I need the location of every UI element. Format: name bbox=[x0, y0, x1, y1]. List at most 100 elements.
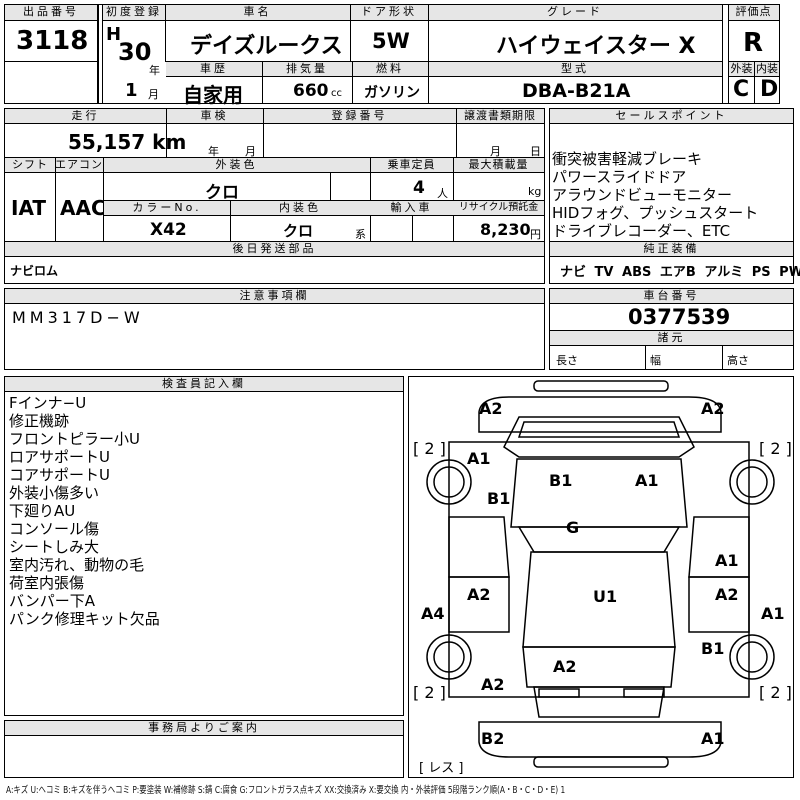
first-registration-label: 初度登録 bbox=[103, 5, 165, 21]
lot-number: 3118 bbox=[16, 26, 89, 56]
fuel-label: 燃料 bbox=[352, 62, 428, 77]
inspection-label: 車検 bbox=[166, 109, 263, 124]
registration-number-label: 登録番号 bbox=[263, 109, 456, 124]
interior-color-label: 内装色 bbox=[230, 201, 370, 216]
mark-a1-rear-right: A1 bbox=[701, 729, 725, 748]
door-type: 5W bbox=[372, 29, 410, 53]
inspector-line: ロアサポートU bbox=[9, 448, 110, 466]
transfer-deadline-label: 譲渡書類期限 bbox=[456, 109, 544, 124]
aircon-value: AAC bbox=[60, 196, 106, 220]
mark-a2-left-rear-door: A2 bbox=[467, 585, 491, 604]
recycle-unit: 円 bbox=[530, 228, 541, 241]
recycle-deposit-label: リサイクル預託金 bbox=[453, 201, 544, 216]
mark-tire-front-right: [ 2 ] bbox=[759, 439, 792, 458]
mark-a1-fender-left: A1 bbox=[467, 449, 491, 468]
interior-color: クロ bbox=[283, 222, 314, 240]
inspector-line: コンソール傷 bbox=[9, 520, 100, 538]
interior-label: 内装 bbox=[755, 62, 779, 77]
height-label: 高さ bbox=[727, 354, 749, 367]
width-label: 幅 bbox=[650, 354, 661, 367]
later-parts: ナビロム bbox=[10, 264, 59, 278]
inspector-line: バンパー下A bbox=[9, 592, 96, 610]
displacement-label: 排気量 bbox=[262, 62, 352, 77]
damage-diagram: A2 A2 [ 2 ] [ 2 ] A1 B1 A1 B1 G A1 A2 U1… bbox=[408, 376, 794, 778]
exterior-color-label: 外装色 bbox=[103, 158, 370, 173]
inspector-line: コアサポートU bbox=[9, 466, 110, 484]
car-history: 自家用 bbox=[183, 83, 243, 107]
capacity-value: 4 bbox=[413, 178, 425, 198]
shift-value: IAT bbox=[11, 196, 47, 220]
mark-a2-front-left: A2 bbox=[479, 399, 503, 418]
exterior-label: 外装 bbox=[729, 62, 754, 77]
standard-equipment-label: 純正装備 bbox=[550, 242, 793, 257]
interior-color-unit: 系 bbox=[355, 228, 366, 241]
mark-a2-left-quarter: A2 bbox=[481, 675, 505, 694]
max-load-label: 最大積載量 bbox=[453, 158, 544, 173]
mileage: 55,157 km bbox=[68, 130, 187, 154]
mark-a2-rear-glass: A2 bbox=[553, 657, 577, 676]
mark-a2-right-rear-door: A2 bbox=[715, 585, 739, 604]
mark-a1-hood: A1 bbox=[635, 471, 659, 490]
aircon-label: エアコン bbox=[55, 158, 103, 173]
car-name: デイズルークス bbox=[190, 34, 343, 59]
inspector-line: 室内汚れ、動物の毛 bbox=[9, 556, 145, 574]
registration-year: 30 bbox=[118, 38, 152, 66]
mark-a2-front-right: A2 bbox=[701, 399, 725, 418]
inspector-notes: Fインナ−U 修正機跡 フロントピラー小U ロアサポートU コアサポートU 外装… bbox=[9, 394, 160, 628]
score-label: 評価点 bbox=[728, 5, 779, 21]
inspector-line: パンク修理キット欠品 bbox=[9, 610, 160, 628]
specs-label: 諸元 bbox=[550, 331, 793, 346]
inspector-line: 修正機跡 bbox=[9, 412, 70, 430]
mark-tire-rear-right: [ 2 ] bbox=[759, 683, 792, 702]
sales-points-label: セールスポイント bbox=[550, 109, 793, 124]
month-unit: 月 bbox=[148, 88, 159, 101]
chassis-number-label: 車台番号 bbox=[550, 289, 793, 304]
mark-a4-left-side: A4 bbox=[421, 604, 445, 623]
model-label: 型式 bbox=[428, 62, 722, 77]
door-type-label: ドア形状 bbox=[350, 5, 428, 21]
inspector-line: Fインナ−U bbox=[9, 394, 87, 412]
standard-equipment: ナビ TV ABS エアB アルミ PS PW bbox=[560, 265, 800, 280]
model-code: DBA-B21A bbox=[522, 80, 631, 102]
office-label: 事務局よりご案内 bbox=[5, 721, 403, 736]
mark-spare-none: [ レス ] bbox=[419, 761, 464, 776]
registration-month: 1 bbox=[125, 80, 138, 101]
notes-label: 注意事項欄 bbox=[5, 289, 544, 304]
shift-label: シフト bbox=[5, 158, 55, 173]
load-unit: kg bbox=[528, 185, 542, 198]
mark-a1-right-door: A1 bbox=[715, 551, 739, 570]
length-label: 長さ bbox=[556, 354, 578, 367]
capacity-unit: 人 bbox=[437, 187, 448, 200]
grade: ハイウェイスター X bbox=[496, 34, 696, 59]
mark-tire-front-left: [ 2 ] bbox=[413, 439, 446, 458]
mark-tire-rear-left: [ 2 ] bbox=[413, 683, 446, 702]
fuel: ガソリン bbox=[364, 85, 420, 101]
car-outline bbox=[426, 380, 775, 768]
mark-g-windshield: G bbox=[566, 518, 580, 537]
interior-score: D bbox=[760, 77, 779, 102]
chassis-number: 0377539 bbox=[628, 305, 731, 329]
later-parts-label: 後日発送部品 bbox=[5, 242, 544, 257]
mark-b1-right-quarter: B1 bbox=[701, 639, 725, 658]
capacity-label: 乗車定員 bbox=[370, 158, 453, 173]
legend: A:キズ U:ヘコミ B:キズを伴うヘコミ P:要塗装 W:補修跡 S:錆 C:… bbox=[6, 785, 566, 796]
grade-label: グレード bbox=[428, 5, 722, 21]
history-label: 車歴 bbox=[166, 62, 262, 77]
inspector-label: 検査員記入欄 bbox=[5, 377, 403, 392]
exterior-score: C bbox=[733, 77, 750, 102]
import-label: 輸入車 bbox=[370, 201, 453, 216]
mark-b1-hood: B1 bbox=[549, 471, 573, 490]
inspector-line: 外装小傷多い bbox=[9, 484, 100, 502]
color-number: X42 bbox=[150, 220, 187, 240]
displacement: 660 bbox=[293, 81, 329, 101]
lot-number-label: 出品番号 bbox=[5, 5, 97, 21]
sales-point-5: ドライブレコーダー、ETC bbox=[552, 222, 731, 240]
mark-a1-right-side: A1 bbox=[761, 604, 785, 623]
mileage-label: 走行 bbox=[5, 109, 166, 124]
mark-u1-roof: U1 bbox=[593, 587, 618, 606]
car-name-label: 車名 bbox=[165, 5, 350, 21]
inspector-line: フロントピラー小U bbox=[9, 430, 140, 448]
mark-b1-door-left: B1 bbox=[487, 489, 511, 508]
year-unit: 年 bbox=[149, 64, 160, 77]
inspector-line: シートしみ大 bbox=[9, 538, 100, 556]
